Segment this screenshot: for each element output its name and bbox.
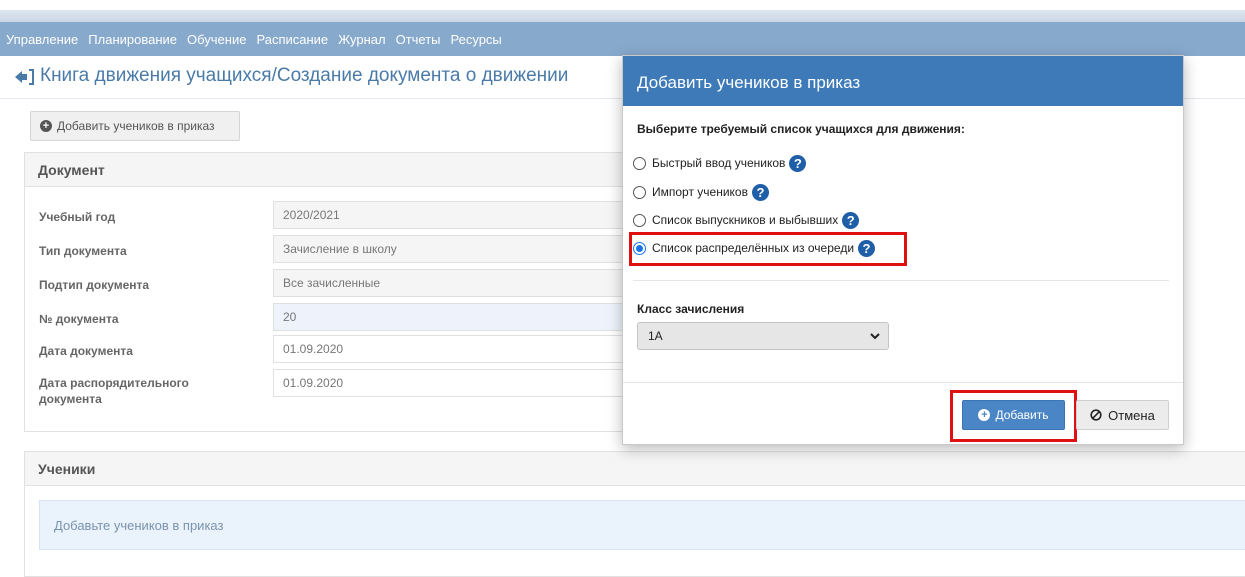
field-label: Дата распорядительного документа bbox=[39, 376, 189, 406]
students-panel-title: Ученики bbox=[25, 452, 1245, 486]
field-value[interactable]: Зачисление в школу bbox=[273, 235, 653, 263]
document-number-input[interactable]: 20 bbox=[273, 303, 653, 331]
highlight-box-add bbox=[950, 390, 1077, 442]
ban-icon bbox=[1090, 409, 1102, 421]
nav-item-planning[interactable]: Планирование bbox=[88, 32, 177, 47]
modal-footer-divider bbox=[623, 382, 1183, 383]
students-panel: Ученики Добавьте учеников в приказ bbox=[24, 451, 1245, 577]
highlight-box-option bbox=[629, 232, 907, 266]
cancel-button[interactable]: Отмена bbox=[1076, 400, 1169, 430]
field-value: 2020/2021 bbox=[273, 201, 653, 229]
option-label: Импорт учеников bbox=[652, 185, 748, 199]
option-label: Список выпускников и выбывших bbox=[652, 213, 839, 227]
nav-item-resources[interactable]: Ресурсы bbox=[451, 32, 502, 47]
order-date-input[interactable]: 01.09.2020 bbox=[273, 369, 653, 397]
add-students-modal: Добавить учеников в приказ Выберите треб… bbox=[622, 55, 1184, 445]
add-students-label: Добавить учеников в приказ bbox=[57, 119, 215, 133]
field-label: № документа bbox=[39, 312, 119, 326]
document-panel: Документ Учебный год 2020/2021 Тип докум… bbox=[24, 152, 653, 432]
field-value[interactable]: Все зачисленные bbox=[273, 269, 653, 297]
field-label: Тип документа bbox=[39, 244, 127, 258]
option-quick-input[interactable]: Быстрый ввод учеников ? bbox=[633, 153, 807, 173]
cancel-button-label: Отмена bbox=[1108, 407, 1155, 423]
field-label: Учебный год bbox=[39, 210, 116, 224]
option-label: Быстрый ввод учеников bbox=[652, 156, 786, 170]
document-panel-title: Документ bbox=[25, 153, 643, 187]
chevron-down-icon bbox=[870, 333, 880, 340]
modal-prompt: Выберите требуемый список учащихся для д… bbox=[637, 122, 965, 136]
class-select[interactable]: 1А bbox=[637, 322, 889, 350]
help-icon[interactable]: ? bbox=[789, 154, 807, 172]
field-label: Подтип документа bbox=[39, 278, 150, 292]
students-empty-message: Добавьте учеников в приказ bbox=[39, 500, 1245, 550]
option-import[interactable]: Импорт учеников ? bbox=[633, 182, 769, 202]
class-label: Класс зачисления bbox=[637, 302, 745, 316]
main-navbar: Управление Планирование Обучение Расписа… bbox=[0, 22, 1245, 56]
plus-circle-icon: + bbox=[40, 120, 52, 132]
page-title: Книга движения учащихся/Создание докумен… bbox=[40, 65, 569, 86]
class-select-value: 1А bbox=[648, 329, 663, 343]
help-icon[interactable]: ? bbox=[842, 211, 860, 229]
modal-title: Добавить учеников в приказ bbox=[623, 56, 1183, 106]
help-icon[interactable]: ? bbox=[751, 183, 769, 201]
back-arrow-icon[interactable] bbox=[14, 68, 34, 86]
nav-item-schedule[interactable]: Расписание bbox=[256, 32, 328, 47]
radio-button[interactable] bbox=[633, 156, 646, 170]
nav-item-learning[interactable]: Обучение bbox=[187, 32, 246, 47]
option-graduates[interactable]: Список выпускников и выбывших ? bbox=[633, 210, 860, 230]
radio-button[interactable] bbox=[633, 213, 646, 227]
nav-item-journal[interactable]: Журнал bbox=[338, 32, 385, 47]
field-label: Дата документа bbox=[39, 344, 133, 358]
top-strip bbox=[0, 0, 1245, 22]
nav-item-reports[interactable]: Отчеты bbox=[396, 32, 441, 47]
nav-item-management[interactable]: Управление bbox=[6, 32, 78, 47]
radio-button[interactable] bbox=[633, 185, 646, 199]
modal-divider bbox=[633, 280, 1169, 281]
add-students-button[interactable]: + Добавить учеников в приказ bbox=[30, 111, 240, 141]
document-date-input[interactable]: 01.09.2020 bbox=[273, 335, 653, 363]
